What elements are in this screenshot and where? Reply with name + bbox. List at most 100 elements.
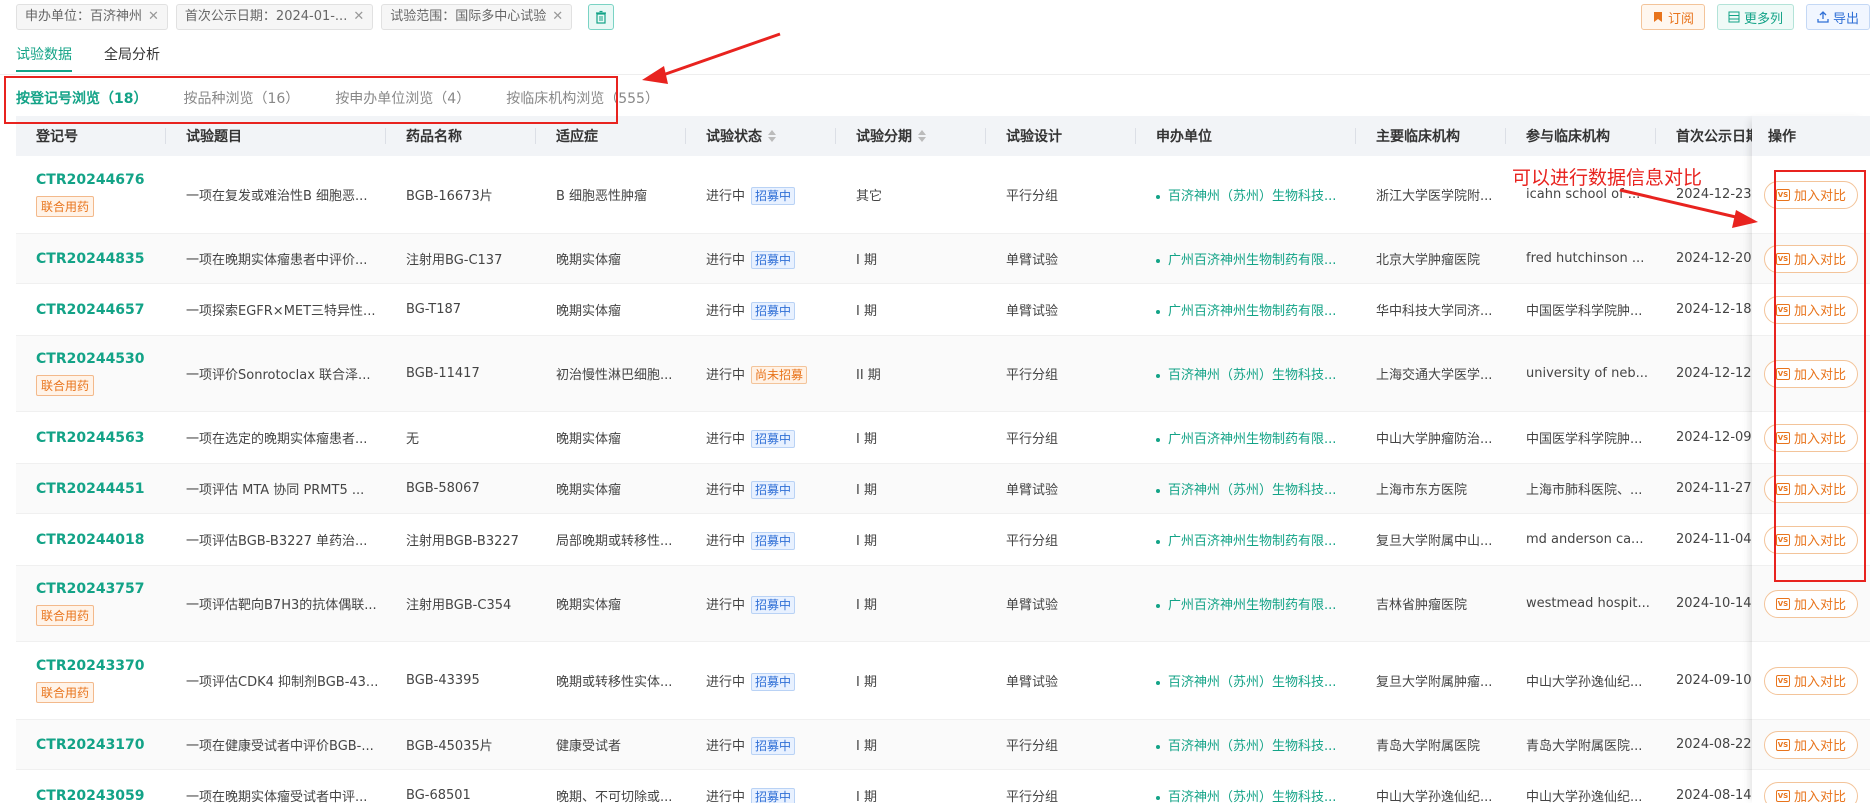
registration-link[interactable]: CTR20244657 (36, 302, 166, 318)
export-button[interactable]: 导出 (1805, 4, 1870, 30)
cell-reg: CTR20244018 (16, 532, 166, 548)
table-row[interactable]: CTR20243757 联合用药 一项评估靶向B7H3的抗体偶联... 注射用BGB-… (16, 566, 1870, 642)
cell-title: 一项探索EGFR×MET三特异性... (166, 300, 386, 319)
status-badge: 招募中 (751, 250, 796, 269)
combo-badge: 联合用药 (36, 682, 95, 703)
status-badge: 招募中 (751, 480, 796, 499)
filter-bar: 申办单位：百济神州 ✕ 首次公示日期：2024-01-... ✕ 试验范围：国际… (16, 4, 615, 30)
registration-link[interactable]: CTR20243059 (36, 788, 166, 803)
registration-link[interactable]: CTR20244676 (36, 172, 166, 188)
trial-title: 一项评估BGB-B3227 单药治... (186, 534, 368, 549)
indication: 健康受试者 (556, 739, 622, 754)
indication: 晚期实体瘤 (556, 304, 622, 319)
registration-link[interactable]: CTR20244563 (36, 430, 166, 446)
registration-link[interactable]: CTR20243170 (36, 737, 166, 753)
table-row[interactable]: CTR20243170 一项在健康受试者中评价BGB-... BGB-45035片 健… (16, 720, 1870, 770)
registration-link[interactable]: CTR20243370 (36, 658, 166, 674)
clear-filters-button[interactable] (588, 4, 615, 30)
publish-date: 2024-12-20 (1676, 251, 1752, 266)
registration-link[interactable]: CTR20244835 (36, 251, 166, 267)
filter-chip-label: 首次公示日期：2024-01-... (184, 9, 348, 24)
cell-status: 进行中 招募中 (686, 735, 836, 755)
trial-phase: I 期 (856, 739, 877, 754)
participating-sites: westmead hospit... (1526, 596, 1650, 611)
table-row[interactable]: CTR20243370 联合用药 一项评估CDK4 抑制剂BGB-43... BGB-… (16, 642, 1870, 720)
cell-status: 进行中 招募中 (686, 479, 836, 499)
status-badge: 招募中 (751, 736, 796, 755)
add-to-compare-button[interactable]: VS 加入对比 (1764, 781, 1858, 803)
more-columns-button[interactable]: 更多列 (1716, 4, 1794, 30)
table-row[interactable]: CTR20244530 联合用药 一项评价Sonrotoclax 联合泽... BGB… (16, 336, 1870, 412)
add-to-compare-button[interactable]: VS 加入对比 (1764, 589, 1858, 618)
trial-status: 进行中 (706, 188, 746, 204)
sponsor-link[interactable]: 百济神州（苏州）生物科技... (1168, 739, 1336, 754)
col-header-status[interactable]: 试验状态 (686, 116, 836, 156)
cell-main-site: 北京大学肿瘤医院 (1356, 249, 1506, 268)
status-badge: 招募中 (751, 672, 796, 691)
sort-icon[interactable] (918, 130, 926, 142)
cell-sponsor: 百济神州（苏州）生物科技... (1136, 479, 1356, 498)
sponsor-link[interactable]: 广州百济神州生物制药有限... (1168, 534, 1336, 549)
sponsor-link[interactable]: 百济神州（苏州）生物科技... (1168, 368, 1336, 383)
publish-date: 2024-10-14 (1676, 596, 1752, 611)
cell-sponsor: 广州百济神州生物制药有限... (1136, 594, 1356, 613)
add-to-compare-button[interactable]: VS 加入对比 (1764, 666, 1858, 695)
table-row[interactable]: CTR20243059 一项在晚期实体瘤受试者中评... BG-68501 晚期、不可… (16, 770, 1870, 803)
close-icon[interactable]: ✕ (353, 5, 364, 29)
table-row[interactable]: CTR20244018 一项评估BGB-B3227 单药治... 注射用BGB-B3… (16, 514, 1870, 566)
sponsor-link[interactable]: 百济神州（苏州）生物科技... (1168, 790, 1336, 803)
tab-trial-data[interactable]: 试验数据 (16, 44, 72, 72)
indication: 晚期、不可切除或... (556, 790, 673, 803)
drug-name: BG-T187 (406, 302, 462, 317)
drug-name: BG-68501 (406, 788, 471, 803)
close-icon[interactable]: ✕ (552, 5, 563, 29)
trial-title: 一项评估CDK4 抑制剂BGB-43... (186, 675, 379, 690)
sort-icon[interactable] (768, 130, 776, 142)
registration-link[interactable]: CTR20244451 (36, 481, 166, 497)
participating-sites: 中国医学科学院肿... (1526, 304, 1643, 319)
annotation-box-compare (1774, 170, 1866, 582)
col-header-phase[interactable]: 试验分期 (836, 116, 986, 156)
sponsor-link[interactable]: 广州百济神州生物制药有限... (1168, 432, 1336, 447)
bullet-icon (1156, 194, 1160, 199)
cell-indication: 健康受试者 (536, 735, 686, 754)
registration-link[interactable]: CTR20244018 (36, 532, 166, 548)
add-to-compare-button[interactable]: VS 加入对比 (1764, 730, 1858, 759)
add-to-compare-label: 加入对比 (1793, 739, 1846, 754)
subscribe-button[interactable]: 订阅 (1640, 4, 1705, 30)
main-site: 浙江大学医学院附... (1376, 189, 1493, 204)
cell-drug: BGB-43395 (386, 673, 536, 688)
sponsor-link[interactable]: 广州百济神州生物制药有限... (1168, 598, 1336, 613)
main-site: 上海市东方医院 (1376, 483, 1468, 498)
close-icon[interactable]: ✕ (148, 5, 159, 29)
trial-title: 一项在选定的晚期实体瘤患者... (186, 432, 368, 447)
sponsor-link[interactable]: 广州百济神州生物制药有限... (1168, 253, 1336, 268)
cell-reg: CTR20243170 (16, 737, 166, 753)
tab-global-analysis[interactable]: 全局分析 (104, 44, 160, 72)
cell-sponsor: 广州百济神州生物制药有限... (1136, 428, 1356, 447)
subscribe-label: 订阅 (1667, 11, 1694, 27)
table-row[interactable]: CTR20244657 一项探索EGFR×MET三特异性... BG-T187 晚期实… (16, 284, 1870, 336)
filter-chip-scope[interactable]: 试验范围：国际多中心试验 ✕ (381, 4, 573, 30)
registration-link[interactable]: CTR20244530 (36, 351, 166, 367)
bullet-icon (1156, 744, 1160, 749)
status-badge: 招募中 (751, 595, 796, 614)
registration-link[interactable]: CTR20243757 (36, 581, 166, 597)
sponsor-link[interactable]: 广州百济神州生物制药有限... (1168, 304, 1336, 319)
drug-name: BGB-43395 (406, 673, 480, 688)
table-row[interactable]: CTR20244835 一项在晚期实体瘤患者中评价... 注射用BG-C137 晚期实… (16, 234, 1870, 284)
filter-chip-sponsor[interactable]: 申办单位：百济神州 ✕ (16, 4, 168, 30)
sponsor-link[interactable]: 百济神州（苏州）生物科技... (1168, 483, 1336, 498)
trial-status: 进行中 (706, 533, 746, 549)
sponsor-link[interactable]: 百济神州（苏州）生物科技... (1168, 675, 1336, 690)
cell-date: 2024-08-22 (1656, 737, 1756, 752)
drug-name: 无 (406, 432, 420, 447)
trial-status: 进行中 (706, 303, 746, 319)
filter-chip-date[interactable]: 首次公示日期：2024-01-... ✕ (175, 4, 374, 30)
cell-indication: 局部晚期或转移性... (536, 530, 686, 549)
table-row[interactable]: CTR20244451 一项评估 MTA 协同 PRMT5 ... BGB-5806… (16, 464, 1870, 514)
sponsor-link[interactable]: 百济神州（苏州）生物科技... (1168, 189, 1336, 204)
table-row[interactable]: CTR20244563 一项在选定的晚期实体瘤患者... 无 晚期实体瘤 进行中 招募中 I… (16, 412, 1870, 464)
col-header-date: 首次公示日期 (1676, 129, 1760, 145)
cell-drug: BGB-58067 (386, 481, 536, 496)
